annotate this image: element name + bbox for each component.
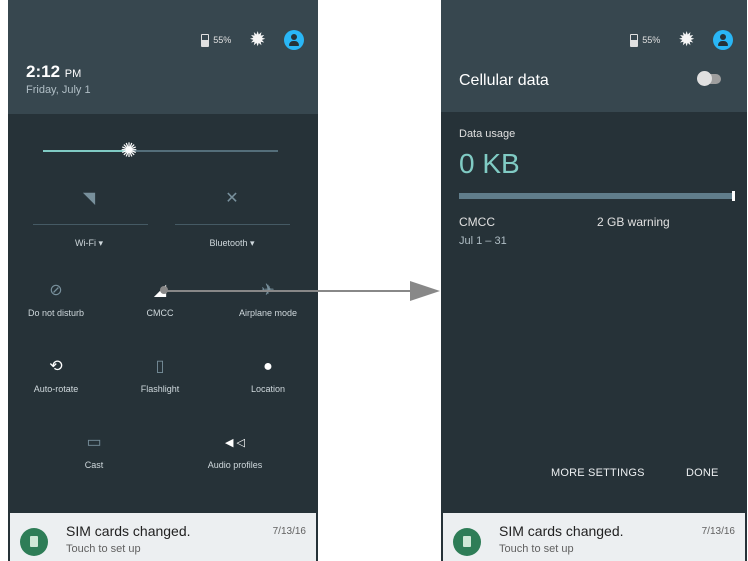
cellular-header: 55% ✹ Cellular data (441, 0, 747, 112)
notification-sim-changed[interactable]: SIM cards changed. Touch to set up 7/13/… (443, 513, 745, 561)
dnd-icon: ⊘ (49, 282, 63, 299)
battery-icon (201, 33, 210, 47)
autorotate-label: Auto-rotate (33, 384, 79, 394)
tile-cast[interactable]: ▭ Cast (44, 432, 144, 470)
gear-icon[interactable]: ✹ (678, 30, 695, 50)
cellular-data-toggle[interactable] (697, 71, 721, 86)
audio-profiles-label: Audio profiles (207, 460, 263, 470)
arrow-head (410, 281, 440, 301)
clock: 2:12 PM (26, 62, 81, 82)
quick-settings-header: 55% ✹ 2:12 PM Friday, July 1 (8, 0, 318, 114)
clock-time: 2:12 (26, 62, 61, 81)
battery-icon (630, 33, 639, 47)
bluetooth-off-icon: ✕ (225, 190, 239, 207)
location-icon: ● (263, 358, 273, 375)
cast-label: Cast (84, 460, 104, 470)
data-usage-value: 0 KB (459, 148, 520, 179)
tile-wifi-label[interactable]: Wi-Fi ▾ (30, 232, 148, 249)
audio-profiles-icon: ◀ ◁ (225, 437, 245, 449)
location-label: Location (250, 384, 286, 394)
airplane-label: Airplane mode (238, 308, 298, 318)
carrier-name: CMCC (459, 215, 495, 229)
billing-range: Jul 1 – 31 (459, 235, 507, 247)
quick-settings-panel: 55% ✹ 2:12 PM Friday, July 1 ✺ ◥ Wi-Fi ▾… (8, 0, 318, 561)
divider (175, 224, 290, 225)
tile-bluetooth-label[interactable]: Bluetooth ▾ (173, 232, 291, 249)
notification-time: 7/13/16 (701, 526, 735, 537)
tile-dnd[interactable]: ⊘ Do not disturb (8, 280, 104, 318)
tile-airplane[interactable]: ✈ Airplane mode (220, 280, 316, 318)
notification-sim-changed[interactable]: SIM cards changed. Touch to set up 7/13/… (10, 513, 316, 561)
account-icon[interactable] (713, 30, 733, 50)
notification-subtitle: Touch to set up (66, 543, 141, 555)
tile-flashlight[interactable]: ▯ Flashlight (112, 356, 208, 394)
sim-icon (20, 528, 48, 556)
flashlight-icon: ▯ (155, 358, 165, 375)
wifi-label: Wi-Fi ▾ (74, 238, 103, 248)
notification-subtitle: Touch to set up (499, 543, 574, 555)
wifi-off-icon: ◥ (82, 190, 96, 207)
account-icon[interactable] (284, 30, 304, 50)
notification-title: SIM cards changed. (66, 523, 191, 539)
tile-wifi[interactable]: ◥ (30, 188, 148, 210)
data-warning: 2 GB warning (597, 215, 670, 229)
notification-title: SIM cards changed. (499, 523, 624, 539)
battery-level: 55% (642, 35, 661, 45)
brightness-icon[interactable]: ✺ (118, 140, 140, 162)
done-button[interactable]: DONE (686, 467, 719, 479)
gear-icon[interactable]: ✹ (249, 30, 266, 50)
tile-location[interactable]: ● Location (220, 356, 316, 394)
bluetooth-label: Bluetooth ▾ (209, 238, 255, 248)
data-usage-bar (459, 193, 735, 199)
cellular-data-title: Cellular data (459, 72, 549, 89)
more-settings-button[interactable]: MORE SETTINGS (551, 467, 645, 479)
flashlight-label: Flashlight (140, 384, 180, 394)
status-bar: 55% ✹ (630, 30, 733, 50)
tile-cmcc[interactable]: ◢ CMCC (112, 280, 208, 318)
brightness-fill (43, 150, 128, 152)
data-usage-label: Data usage (459, 128, 516, 140)
battery-level: 55% (213, 35, 232, 45)
battery-indicator: 55% (630, 33, 661, 47)
cast-icon: ▭ (86, 434, 102, 451)
notification-time: 7/13/16 (272, 526, 306, 537)
brightness-slider[interactable] (43, 150, 278, 152)
divider (33, 224, 148, 225)
date: Friday, July 1 (26, 84, 91, 96)
data-usage-marker (732, 191, 735, 201)
arrow-line (163, 290, 413, 292)
tile-bluetooth[interactable]: ✕ (173, 188, 291, 210)
clock-ampm: PM (64, 68, 82, 80)
cellular-data-panel: 55% ✹ Cellular data Data usage 0 KB CMCC… (441, 0, 747, 561)
battery-indicator: 55% (201, 33, 232, 47)
cmcc-label: CMCC (146, 308, 174, 318)
dnd-label: Do not disturb (27, 308, 85, 318)
tile-audio-profiles[interactable]: ◀ ◁ Audio profiles (180, 432, 290, 470)
tile-autorotate[interactable]: ⟲ Auto-rotate (8, 356, 104, 394)
status-bar: 55% ✹ (201, 30, 304, 50)
rotate-icon: ⟲ (49, 358, 63, 375)
sim-icon (453, 528, 481, 556)
